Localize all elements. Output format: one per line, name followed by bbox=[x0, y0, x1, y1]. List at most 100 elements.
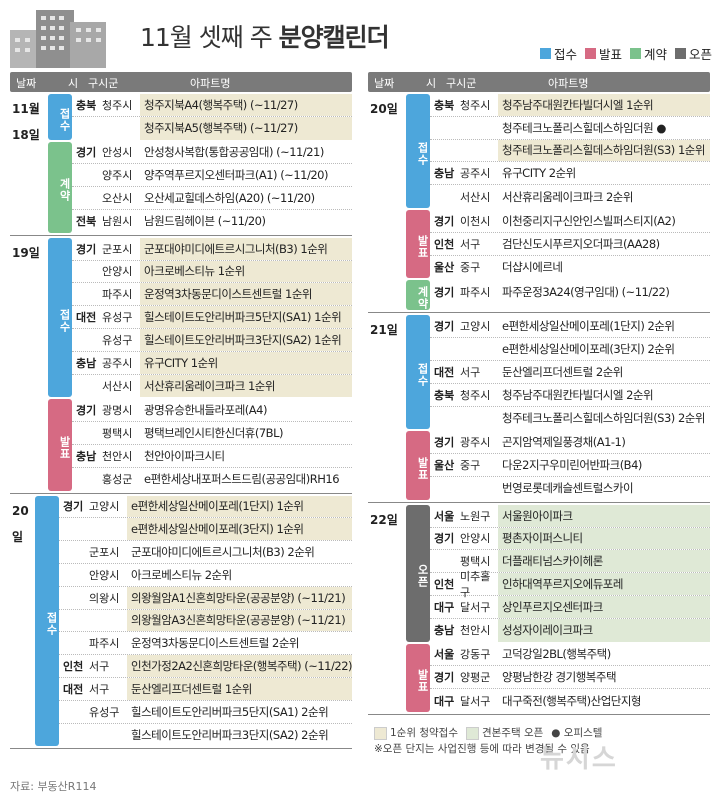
district-cell: 이천시 bbox=[460, 214, 491, 228]
listing-row: 대전 유성구 힐스테이트도안리버파크5단지(SA1) 1순위 bbox=[72, 306, 352, 329]
apartment-name: 군포대야미디에트르시그니처(B3) 1순위 bbox=[140, 237, 352, 260]
category-block: 접수 충북 청주시 청주지북A4(행복주택) (~11/27) 청주지북A5(행복주택)… bbox=[48, 94, 352, 140]
district-cell: 광주시 bbox=[460, 436, 491, 450]
category-blocks: 접수 경기 군포시 군포대야미디에트르시그니처(B3) 1순위 안양시 아크로베스티뉴 1… bbox=[48, 236, 352, 493]
apartment-name: 다운2지구우미린어반파크(B4) bbox=[502, 458, 642, 473]
listing-row: 경기 광주시 곤지암역제일풍경채(A1-1) bbox=[430, 431, 710, 455]
district-cell: 공주시 bbox=[102, 356, 133, 370]
apartment-name: 평촌자이퍼스니티 bbox=[498, 527, 710, 550]
listing-rows: 경기 고양시 e편한세상일산메이포레(1단지) 1순위 e편한세상일산메이포레(3단지… bbox=[59, 495, 352, 747]
apartment-name: 아크로베스티뉴 2순위 bbox=[131, 567, 232, 582]
title-bold: 분양캘린더 bbox=[278, 23, 390, 52]
category-badge: 발표 bbox=[406, 209, 430, 279]
district-cell: 청주시 bbox=[460, 98, 491, 112]
district-cell: 강동구 bbox=[460, 648, 491, 662]
district-cell: 달서구 bbox=[460, 600, 491, 614]
district-cell: 군포시 bbox=[89, 546, 120, 560]
apartment-name: 둔산엘리프더센트럴 1순위 bbox=[127, 677, 352, 700]
legend-item: 오픈 bbox=[674, 44, 712, 63]
footnote-swatch bbox=[465, 726, 479, 740]
district-cell: 오산시 bbox=[102, 192, 133, 206]
province-cell: 경기 bbox=[434, 214, 455, 228]
listing-rows: 충북 청주시 청주지북A4(행복주택) (~11/27) 청주지북A5(행복주택) (… bbox=[72, 94, 352, 140]
column-header-date: 날짜 bbox=[374, 77, 395, 90]
apartment-name: 고덕강일2BL(행복주택) bbox=[502, 647, 611, 662]
apartment-name: 서울원아이파크 bbox=[498, 504, 710, 527]
province-cell: 경기 bbox=[434, 671, 455, 685]
apartment-name: 평택브레인시티한신더휴(7BL) bbox=[144, 426, 283, 441]
date-group: 20일 접수 경기 고양시 e편한세상일산메이포레(1단지) 1순위 e편한세상일산메이포… bbox=[10, 494, 352, 750]
legend-label: 접수 bbox=[553, 47, 577, 62]
building-icon bbox=[10, 10, 106, 68]
date-group: 20일 접수 충북 청주시 청주남주대원칸타빌더시엘 1순위 청주테크노폴리스힐데스하임더… bbox=[368, 92, 710, 314]
apartment-name: 오산세교힐데스하임(A20) (~11/20) bbox=[144, 191, 315, 206]
page-title: 11월 셋째 주 분양캘린더 bbox=[140, 18, 390, 54]
category-badge: 발표 bbox=[406, 431, 430, 500]
listing-row: 의왕시 의왕월암A1신혼희망타운(공공분양) (~11/21) bbox=[59, 586, 352, 610]
right-column: 날짜 시 구시군 아파트명 20일 접수 충북 청주시 청주남주대원칸타빌더시엘 1순위 청주테크… bbox=[368, 72, 710, 715]
province-cell: 대전 bbox=[76, 311, 97, 325]
district-cell: 청주시 bbox=[460, 388, 491, 402]
apartment-name: 이천중리지구신안인스빌퍼스티지(A2) bbox=[502, 213, 676, 228]
apartment-name: 유구CITY 1순위 bbox=[140, 351, 352, 374]
district-cell: 평택시 bbox=[102, 427, 133, 441]
district-cell: 공주시 bbox=[460, 167, 491, 181]
listing-row: 충북 청주시 청주남주대원칸타빌더시엘 1순위 bbox=[430, 94, 710, 117]
listing-row: 유성구 힐스테이트도안리버파크5단지(SA1) 2순위 bbox=[59, 701, 352, 724]
apartment-name: 청주지북A5(행복주택) (~11/27) bbox=[140, 116, 352, 140]
footnote-swatch bbox=[374, 726, 387, 740]
district-cell: 유성구 bbox=[102, 311, 133, 325]
legend-swatch bbox=[629, 48, 641, 59]
district-cell: 파주시 bbox=[460, 285, 491, 299]
category-badge: 발표 bbox=[406, 643, 430, 712]
apartment-name: 의왕월암A1신혼희망타운(공공분양) (~11/21) bbox=[127, 586, 352, 609]
apartment-name: 아크로베스티뉴 1순위 bbox=[140, 260, 352, 283]
listing-row: 인천 서구 검단신도시푸르지오더파크(AA28) bbox=[430, 233, 710, 256]
listing-row: 청주지북A5(행복주택) (~11/27) bbox=[72, 116, 352, 140]
district-cell: 천안시 bbox=[460, 624, 491, 638]
province-cell: 울산 bbox=[434, 459, 455, 473]
footnote-legend-label: 견본주택 오픈 bbox=[481, 727, 544, 739]
left-column: 날짜 시 구시군 아파트명 11월 18일 접수 충북 청주시 청주지북A4(행복주택) (~1… bbox=[10, 72, 352, 750]
district-cell: 안성시 bbox=[102, 146, 133, 160]
listing-row: 인천 미추홀구 인하대역푸르지오에듀포레 bbox=[430, 570, 710, 599]
listing-rows: 경기 고양시 e편한세상일산메이포레(1단지) 2순위 e편한세상일산메이포레(3단지… bbox=[430, 315, 710, 429]
listing-rows: 경기 광명시 광명유승한내들라포레(A4) 평택시 평택브레인시티한신더휴(7BL) 충남… bbox=[72, 399, 352, 490]
listing-rows: 경기 광주시 곤지암역제일풍경채(A1-1) 울산 중구 다운2지구우미린어반파크(B4)… bbox=[430, 431, 710, 499]
apartment-name: 힐스테이트도안리버파크3단지(SA2) 2순위 bbox=[131, 727, 329, 742]
listing-row: 충북 청주시 청주지북A4(행복주택) (~11/27) bbox=[72, 94, 352, 117]
district-cell: 홍성군 bbox=[102, 473, 133, 487]
apartment-name: 의왕월암A3신혼희망타운(공공분양) (~11/21) bbox=[127, 609, 352, 632]
province-cell: 충남 bbox=[434, 624, 455, 638]
category-badge: 접수 bbox=[48, 94, 72, 140]
listing-row: 오산시 오산세교힐데스하임(A20) (~11/20) bbox=[72, 187, 352, 210]
apartment-name: e편한세상내포퍼스트드림(공공임대)RH16 bbox=[144, 472, 340, 487]
apartment-name: 서산휴리움레이크파크 2순위 bbox=[502, 189, 633, 204]
category-block: 오픈 서울 노원구 서울원아이파크 경기 안양시 평촌자이퍼스니티 평택시 더플래티넘스카이헤론… bbox=[406, 504, 710, 642]
listing-row: 양주시 양주역푸르지오센터파크(A1) (~11/20) bbox=[72, 164, 352, 188]
listing-row: 홍성군 e편한세상내포퍼스트드림(공공임대)RH16 bbox=[72, 468, 352, 491]
legend: 접수 발표 계약 오픈 bbox=[539, 44, 712, 63]
column-header-date: 날짜 bbox=[16, 77, 37, 90]
listing-row: 힐스테이트도안리버파크3단지(SA2) 2순위 bbox=[59, 724, 352, 747]
listing-row: 군포시 군포대야미디에트르시그니처(B3) 2순위 bbox=[59, 541, 352, 564]
apartment-name: 더플래티넘스카이헤론 bbox=[498, 550, 710, 573]
header: 11월 셋째 주 분양캘린더 접수 발표 계약 오픈 bbox=[0, 0, 720, 70]
district-cell: 미추홀구 bbox=[460, 570, 491, 600]
listing-row: 유성구 힐스테이트도안리버파크3단지(SA2) 1순위 bbox=[72, 328, 352, 352]
column-header-apt: 아파트명 bbox=[190, 77, 231, 90]
title-prefix: 11월 셋째 주 bbox=[140, 23, 273, 52]
apartment-name: 청주테크노폴리스힐데스하임더원(S3) 2순위 bbox=[502, 410, 705, 425]
legend-label: 발표 bbox=[598, 47, 622, 62]
apartment-name: 인하대역푸르지오에듀포레 bbox=[498, 573, 710, 595]
district-cell: 서구 bbox=[460, 237, 481, 251]
category-blocks: 접수 충북 청주시 청주지북A4(행복주택) (~11/27) 청주지북A5(행복주택)… bbox=[48, 92, 352, 235]
listing-rows: 충북 청주시 청주남주대원칸타빌더시엘 1순위 청주테크노폴리스힐데스하임더원 ● 청주… bbox=[430, 94, 710, 208]
province-cell: 충남 bbox=[76, 449, 97, 463]
province-cell: 대전 bbox=[434, 365, 455, 379]
date-label: 22일 bbox=[370, 512, 398, 527]
listing-row: 청주테크노폴리스힐데스하임더원 ● bbox=[430, 117, 710, 140]
district-cell: 고양시 bbox=[460, 320, 491, 334]
legend-swatch bbox=[539, 48, 551, 59]
listing-rows: 경기 이천시 이천중리지구신안인스빌퍼스티지(A2) 인천 서구 검단신도시푸르지오더파크… bbox=[430, 210, 710, 278]
